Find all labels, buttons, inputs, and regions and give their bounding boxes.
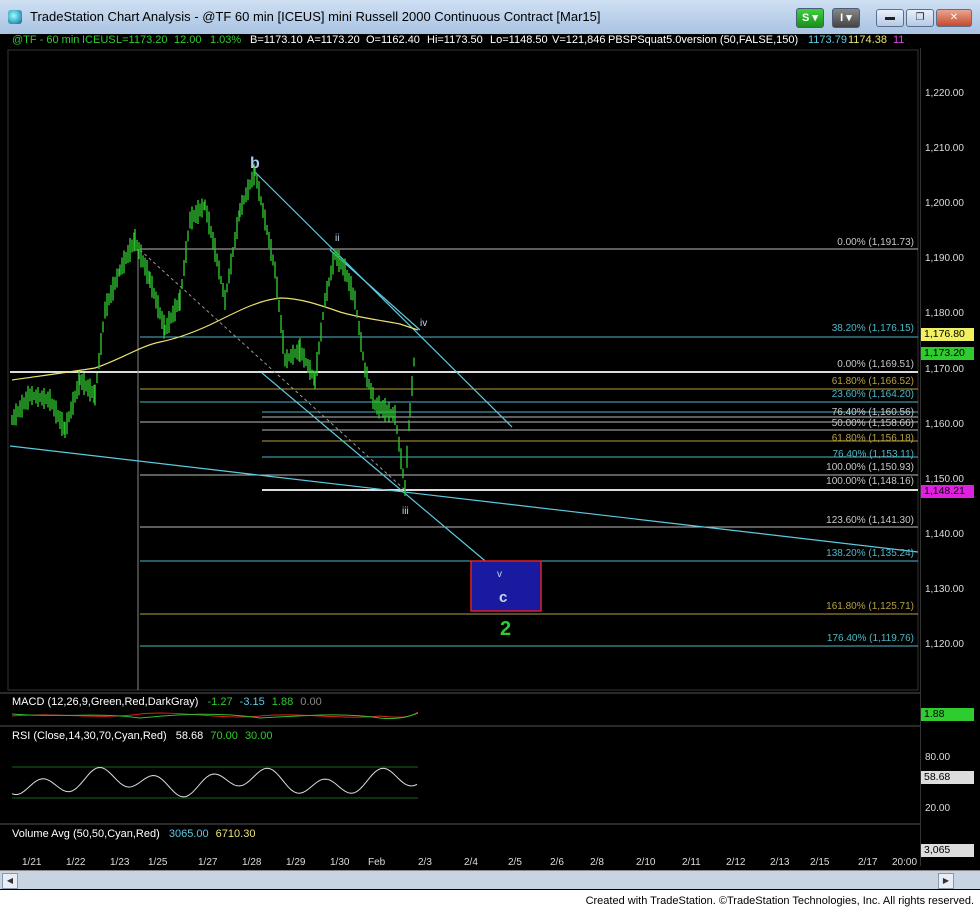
time-axis-label: 1/23 [110,857,130,868]
time-axis-label: 2/4 [464,857,478,868]
price-scale-label: 1,220.00 [925,88,964,99]
rsi-scale-80: 80.00 [925,752,951,763]
price-tag-2: 1,173.20 [921,347,974,360]
time-axis-label: Feb [368,857,386,868]
time-axis-label: 1/29 [286,857,306,868]
scroll-right-button[interactable]: ▶ [938,873,954,889]
time-axis-label: 1/21 [22,857,42,868]
chart-scrollbar[interactable]: ◀ ▶ [0,870,980,889]
time-axis: 1/21 1/22 1/23 1/25 1/27 1/28 1/29 1/30 Feb 2/3 2/… [0,856,920,870]
time-axis-label: 2/5 [508,857,522,868]
close-button[interactable]: ✕ [936,9,972,27]
time-axis-label: 2/15 [810,857,830,868]
volume-tag: 3,065 [921,844,974,857]
price-scale-label: 1,170.00 [925,364,964,375]
time-axis-label: 1/25 [148,857,168,868]
time-axis-label: 2/11 [682,857,701,868]
time-axis-label: 2/17 [858,857,878,868]
price-scale-label: 1,140.00 [925,529,964,540]
time-axis-label: 2/3 [418,857,432,868]
price-tag-1: 1,176.80 [921,328,974,341]
time-axis-label: 2/8 [590,857,604,868]
price-scale-label: 1,200.00 [925,198,964,209]
macd-tag: 1.88 [921,708,974,721]
price-scale-label: 1,190.00 [925,253,964,264]
time-axis-label: 20:00 [892,857,918,868]
indicator-lines [11,711,419,799]
price-tag-3: 1,148.21 [921,485,974,498]
price-scale-label: 1,150.00 [925,474,964,485]
rsi-line [11,766,418,798]
price-scale-label: 1,210.00 [925,143,964,154]
status-bar: Created with TradeStation. ©TradeStation… [0,890,980,911]
price-scale-label: 1,130.00 [925,584,964,595]
time-axis-label: 2/10 [636,857,656,868]
price-scale-label: 1,120.00 [925,639,964,650]
time-axis-label: 2/13 [770,857,790,868]
time-axis-label: 1/27 [198,857,218,868]
time-axis-label: 2/6 [550,857,564,868]
price-scale[interactable]: 1,220.00 1,210.00 1,200.00 1,190.00 1,180.00… [920,48,980,866]
time-axis-label: 1/30 [330,857,350,868]
rsi-scale-20: 20.00 [925,803,951,814]
copyright-text: Created with TradeStation. ©TradeStation… [585,895,974,907]
scroll-left-button[interactable]: ◀ [2,873,18,889]
price-scale-label: 1,180.00 [925,308,964,319]
time-axis-label: 2/12 [726,857,746,868]
rsi-tag: 58.68 [921,771,974,784]
time-axis-label: 1/28 [242,857,262,868]
price-scale-label: 1,160.00 [925,419,964,430]
time-axis-label: 1/22 [66,857,86,868]
